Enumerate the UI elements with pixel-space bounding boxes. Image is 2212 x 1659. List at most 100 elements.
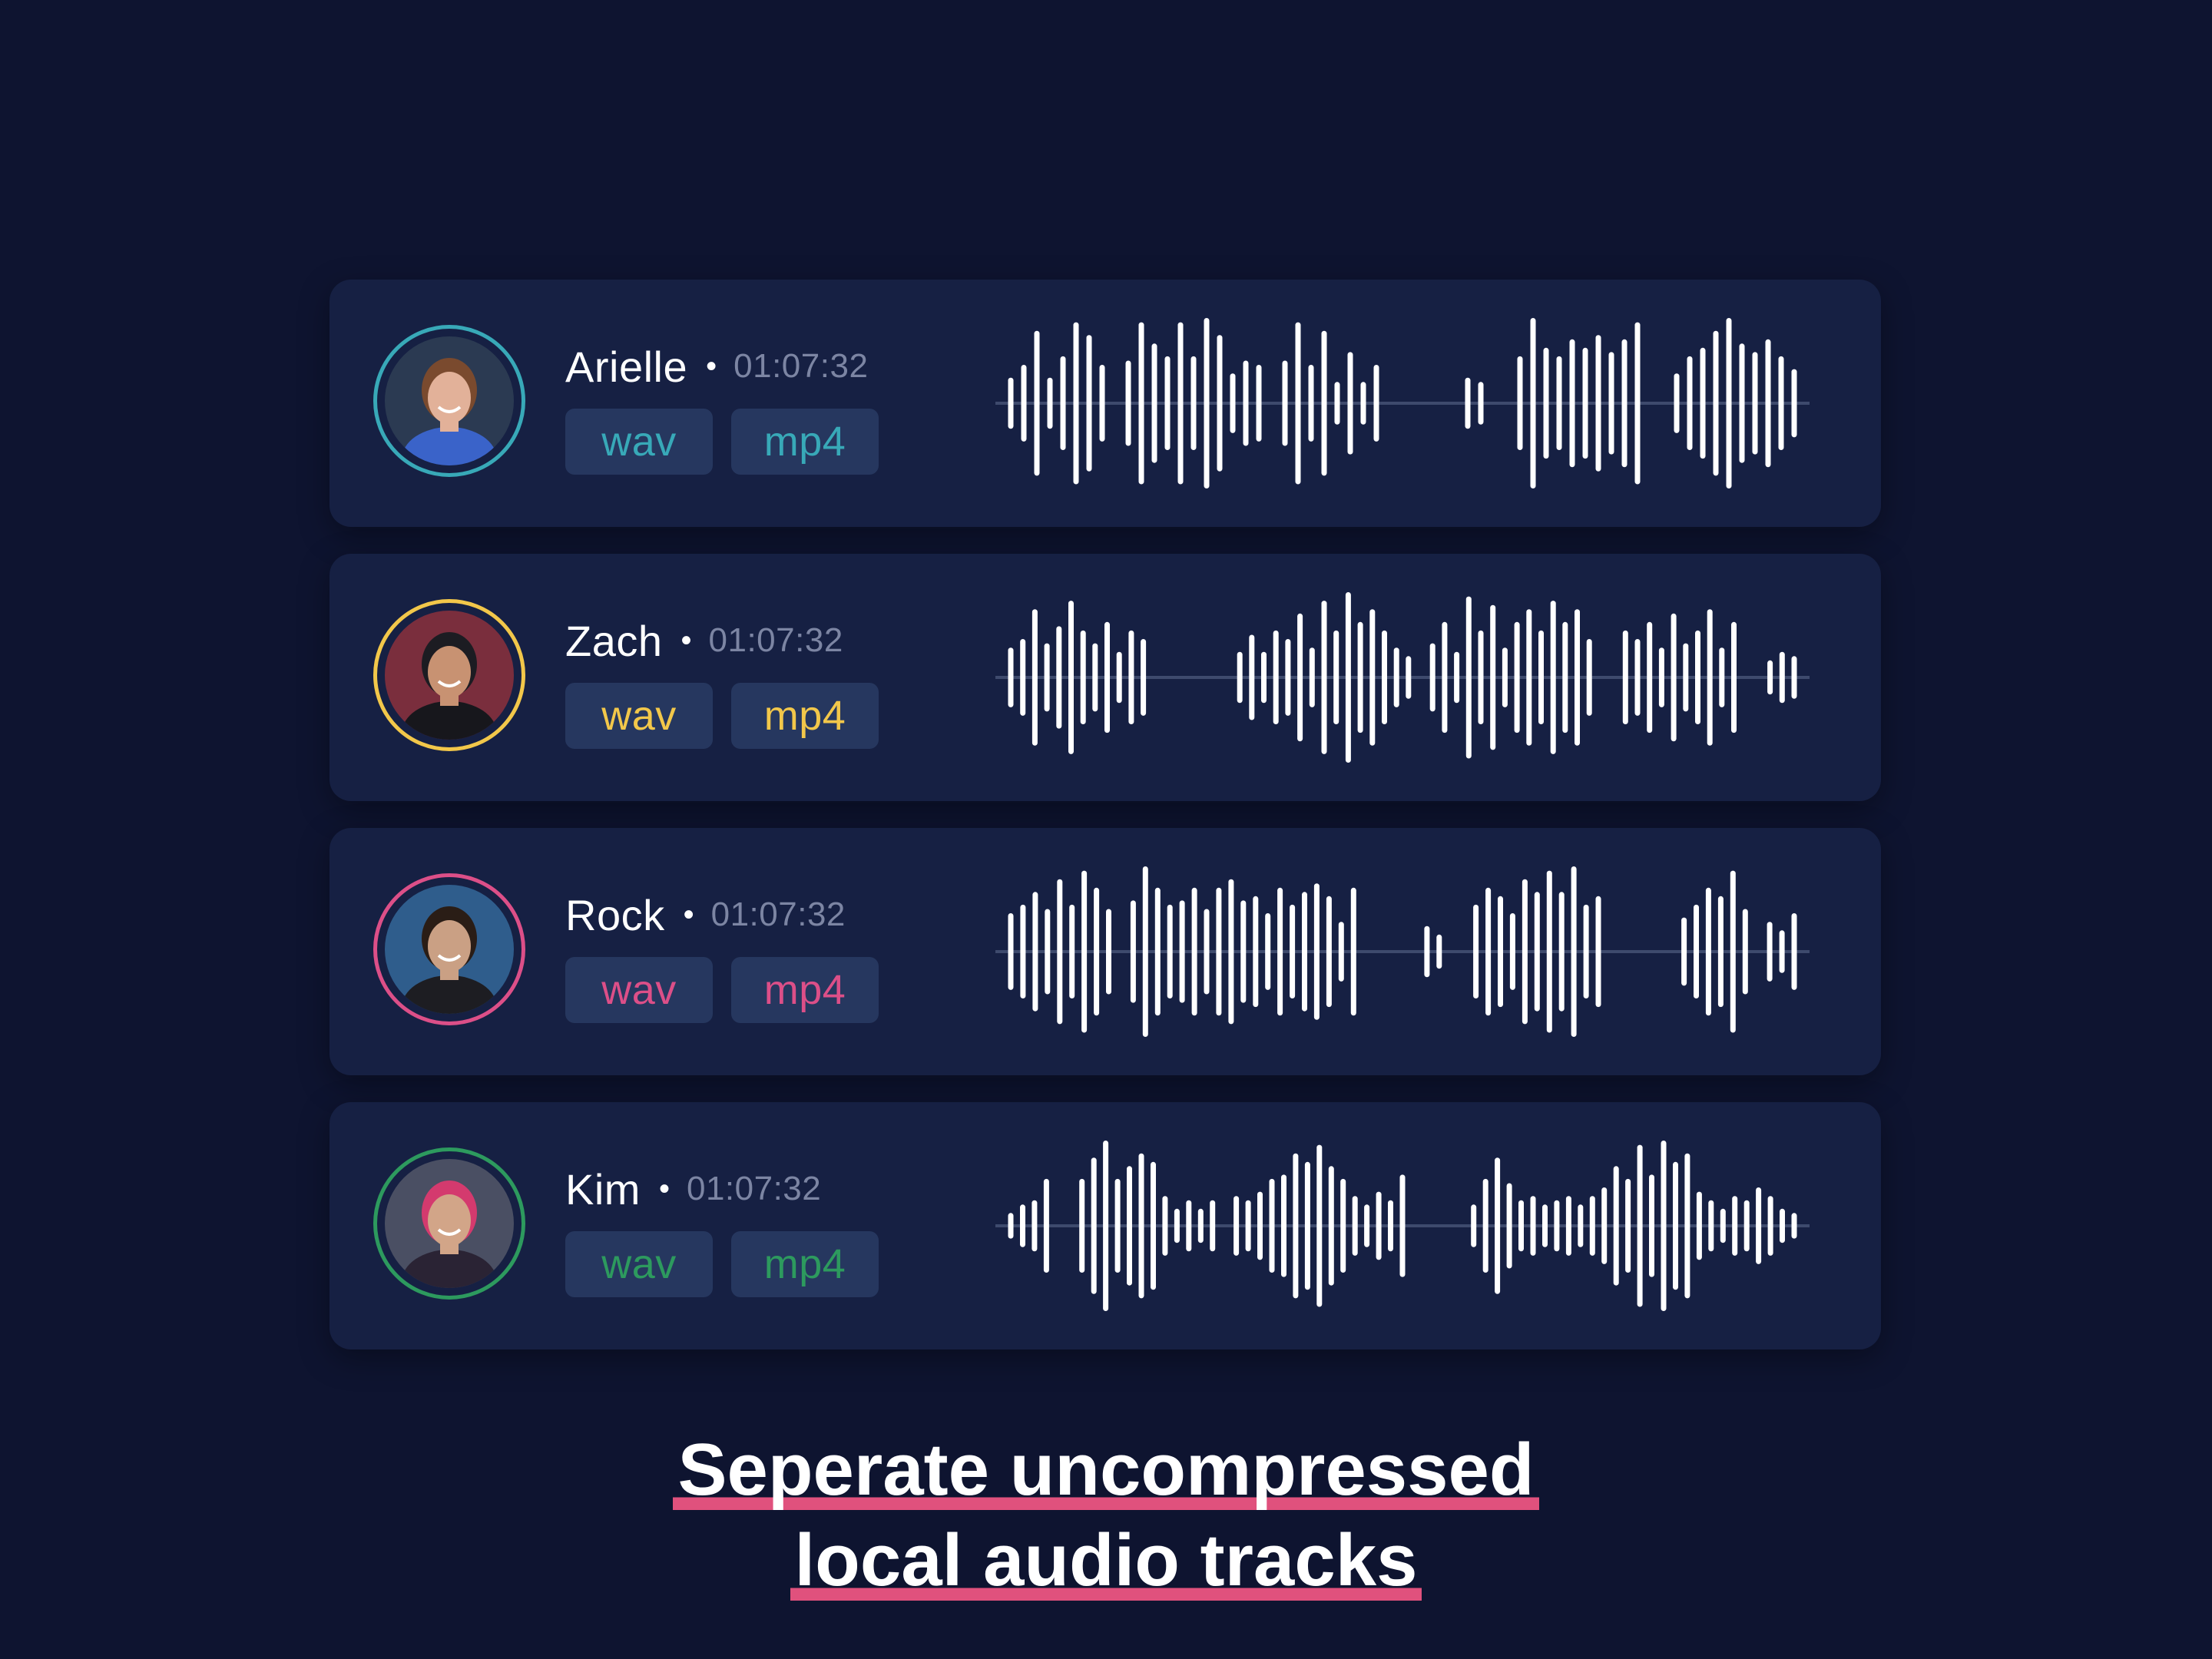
waveform-bar	[1333, 630, 1339, 724]
audio-waveform	[995, 1141, 1810, 1311]
waveform-bar	[1281, 1174, 1286, 1277]
avatar	[373, 599, 525, 751]
separator-dot: •	[683, 898, 694, 932]
waveform-bar	[1340, 1178, 1346, 1273]
waveform-bar	[1518, 1200, 1524, 1252]
waveform-bar	[1717, 896, 1724, 1008]
waveform-bar	[1554, 1200, 1560, 1252]
waveform-bar	[1103, 1141, 1109, 1311]
waveform-bar	[1779, 651, 1785, 704]
track-card[interactable]: Arielle • 01:07:32 wav mp4	[329, 280, 1881, 527]
waveform-bar	[1256, 365, 1262, 442]
waveform-bar	[1622, 630, 1628, 724]
waveform-bar	[1273, 630, 1279, 724]
mp4-download-chip[interactable]: mp4	[731, 409, 879, 475]
waveform-bar	[1104, 621, 1110, 733]
waveform-bar	[1546, 870, 1552, 1033]
person-avatar-icon	[385, 885, 514, 1014]
waveform-bar	[1217, 335, 1223, 472]
waveform-bar	[1031, 1200, 1038, 1252]
track-header: Rock • 01:07:32	[565, 888, 846, 942]
waveform-bar	[1237, 651, 1243, 704]
waveform-bar	[1164, 356, 1171, 450]
waveform-bar	[1130, 900, 1136, 1003]
waveform-bar	[1705, 887, 1711, 1016]
track-duration: 01:07:32	[733, 347, 869, 385]
waveform-bar	[1191, 887, 1197, 1016]
waveform-bar	[1138, 1153, 1144, 1299]
waveform-bar	[1406, 656, 1412, 699]
waveform-bar	[1302, 892, 1307, 1012]
participant-name: Rock	[565, 890, 665, 939]
participant-name: Zach	[565, 616, 663, 665]
waveform-bar	[1779, 930, 1785, 973]
waveform-bar	[1569, 339, 1575, 468]
waveform-bar	[1601, 1187, 1608, 1264]
track-header: Zach • 01:07:32	[565, 614, 843, 667]
waveform-bar	[1719, 647, 1725, 707]
waveform-bar	[1565, 1196, 1571, 1256]
track-card[interactable]: Kim • 01:07:32 wav mp4	[329, 1102, 1881, 1349]
waveform-bar	[1791, 656, 1797, 699]
waveform-bar	[1021, 365, 1027, 442]
wav-download-chip[interactable]: wav	[565, 1231, 713, 1297]
waveform-bar	[1293, 1153, 1299, 1299]
waveform-bar	[1707, 609, 1713, 746]
waveform-bar	[1424, 926, 1430, 978]
waveform-bar	[1683, 643, 1689, 712]
waveform-bar	[1767, 922, 1773, 982]
waveform-bar	[1756, 1187, 1762, 1264]
waveform-bar	[1575, 609, 1580, 746]
waveform-bar	[1595, 335, 1601, 472]
waveform-bar	[1282, 360, 1288, 446]
waveform-bar	[1695, 630, 1700, 724]
waveform-bar	[1240, 900, 1247, 1003]
wav-download-chip[interactable]: wav	[565, 957, 713, 1023]
track-card[interactable]: Zach • 01:07:32 wav mp4	[329, 554, 1881, 801]
waveform-bar	[1179, 900, 1185, 1003]
wav-download-chip[interactable]: wav	[565, 683, 713, 749]
waveform-bar	[1720, 1208, 1726, 1243]
waveform-bar	[1589, 1196, 1595, 1256]
waveform-bar	[1285, 639, 1291, 716]
waveform-bar	[1708, 1200, 1714, 1252]
waveform-bar	[1526, 609, 1532, 746]
mp4-download-chip[interactable]: mp4	[731, 683, 879, 749]
mp4-download-chip[interactable]: mp4	[731, 957, 879, 1023]
waveform-bar	[1265, 913, 1271, 990]
waveform-bar	[1186, 1200, 1192, 1252]
waveform-bar	[1269, 1178, 1275, 1273]
waveform-bar	[1345, 592, 1351, 763]
waveform-bar	[1742, 909, 1748, 995]
waveform-bar	[1253, 896, 1259, 1008]
waveform-bar	[1730, 870, 1736, 1033]
waveform-bar	[1382, 630, 1387, 724]
waveform-bar	[1125, 360, 1131, 446]
waveform-bar	[1081, 870, 1088, 1033]
mp4-download-chip[interactable]: mp4	[731, 1231, 879, 1297]
stage: Arielle • 01:07:32 wav mp4 Zach • 01:07:32 wav mp…	[0, 0, 2212, 1659]
waveform-bar	[1069, 904, 1075, 998]
waveform-bar	[1020, 904, 1026, 998]
track-duration: 01:07:32	[708, 621, 843, 659]
wav-download-chip[interactable]: wav	[565, 409, 713, 475]
waveform-bar	[1167, 904, 1173, 998]
avatar	[373, 873, 525, 1025]
waveform-bar	[1321, 330, 1327, 476]
waveform-bar	[1582, 347, 1588, 459]
waveform-bar	[1116, 651, 1122, 704]
participant-name: Kim	[565, 1164, 641, 1214]
waveform-bar	[1558, 892, 1565, 1012]
caption: Seperate uncompressed local audio tracks	[0, 1425, 2212, 1606]
waveform-bar	[1261, 651, 1267, 704]
waveform-bar	[1752, 352, 1758, 455]
waveform-bar	[1376, 1191, 1382, 1260]
waveform-bar	[1008, 913, 1014, 990]
waveform-bar	[1780, 1208, 1785, 1243]
track-card[interactable]: Rock • 01:07:32 wav mp4	[329, 828, 1881, 1075]
waveform-bar	[1086, 335, 1092, 472]
waveform-bar	[1739, 343, 1745, 463]
waveform-bar	[1634, 322, 1641, 485]
waveform-bar	[1230, 373, 1236, 433]
waveform-bar	[1696, 1191, 1702, 1260]
